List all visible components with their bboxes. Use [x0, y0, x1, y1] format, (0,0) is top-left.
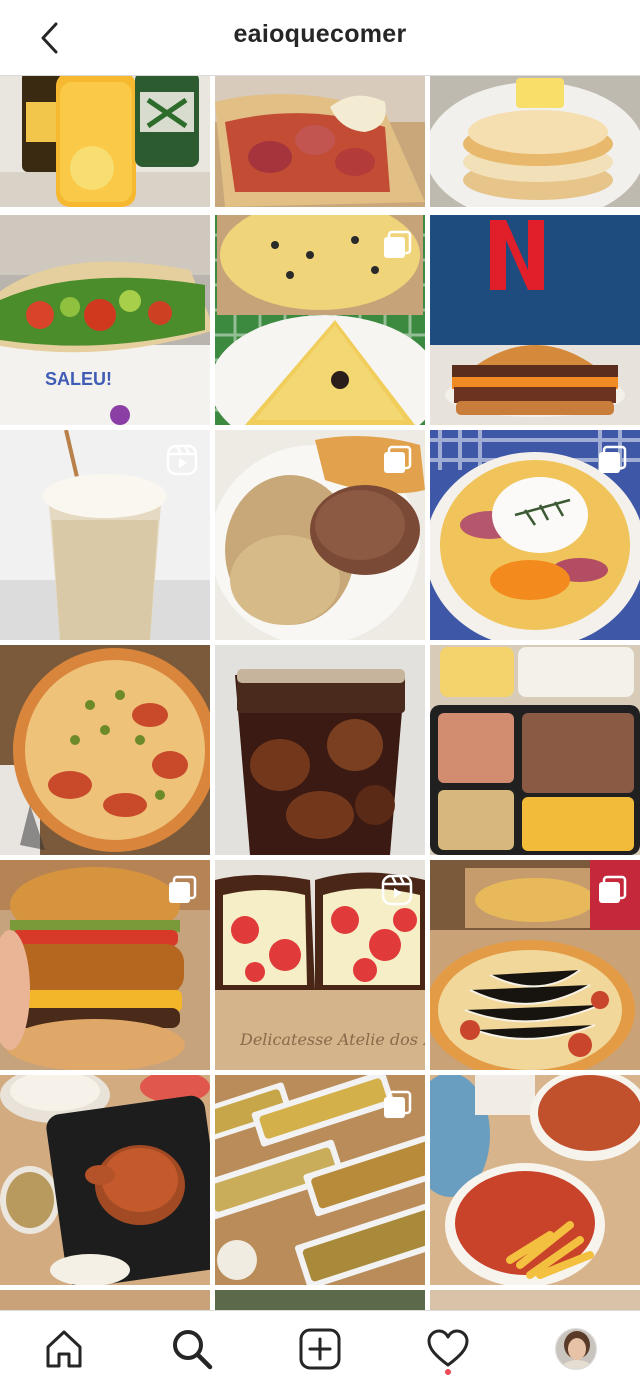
tab-activity[interactable]: [418, 1319, 478, 1379]
post-tile-21[interactable]: [430, 1290, 640, 1310]
heart-icon: [427, 1329, 469, 1366]
post-tile-3[interactable]: [430, 76, 640, 207]
post-tile-12[interactable]: [430, 645, 640, 855]
post-tile-13[interactable]: [0, 860, 210, 1070]
post-tile-2[interactable]: [215, 76, 425, 207]
carousel-icon: [384, 445, 412, 473]
carousel-icon: [384, 1090, 412, 1118]
post-tile-6[interactable]: [430, 215, 640, 425]
carousel-icon: [169, 875, 197, 903]
post-tile-10[interactable]: [0, 645, 210, 855]
notification-dot: [445, 1368, 451, 1375]
post-tile-4[interactable]: SALEU!: [0, 215, 210, 425]
post-tile-8[interactable]: [215, 430, 425, 640]
post-tile-1[interactable]: [0, 76, 210, 207]
post-image: [215, 76, 425, 207]
carousel-icon: [384, 230, 412, 258]
top-header: eaioquecomer: [0, 0, 640, 76]
post-tile-14[interactable]: Delicatesse Atelie dos Doces: [215, 860, 425, 1070]
wrap-brand-text: SALEU!: [45, 369, 112, 389]
post-tile-11[interactable]: [215, 645, 425, 855]
posts-grid: SALEU! Delicatesse Atelie dos: [0, 76, 640, 1310]
reels-icon: [381, 874, 413, 906]
bottom-tab-bar: [0, 1310, 640, 1386]
bakery-caption-text: Delicatesse Atelie dos Doces: [239, 1030, 425, 1049]
search-icon: [173, 1329, 213, 1369]
post-tile-15[interactable]: [430, 860, 640, 1070]
post-image: [0, 645, 210, 855]
post-image: [0, 1290, 210, 1310]
home-icon: [46, 1330, 82, 1367]
post-image: [430, 215, 640, 425]
post-tile-18[interactable]: [430, 1075, 640, 1285]
post-tile-20[interactable]: [215, 1290, 425, 1310]
post-image: [215, 1290, 425, 1310]
profile-username-title: eaioquecomer: [233, 20, 407, 48]
post-tile-16[interactable]: [0, 1075, 210, 1285]
post-image: [0, 76, 210, 207]
post-tile-9[interactable]: [430, 430, 640, 640]
post-tile-7[interactable]: [0, 430, 210, 640]
avatar: [555, 1327, 597, 1370]
tab-profile[interactable]: [546, 1319, 606, 1379]
post-image: SALEU!: [0, 215, 210, 425]
carousel-icon: [599, 445, 627, 473]
tab-home[interactable]: [34, 1319, 94, 1379]
add-post-icon: [299, 1328, 341, 1369]
post-tile-5[interactable]: [215, 215, 425, 425]
tab-create[interactable]: [290, 1319, 350, 1379]
reels-icon: [166, 444, 198, 476]
post-tile-19[interactable]: [0, 1290, 210, 1310]
carousel-icon: [599, 875, 627, 903]
post-image: [430, 645, 640, 855]
tab-search[interactable]: [162, 1319, 222, 1379]
post-image: [430, 1075, 640, 1285]
post-image: [0, 1075, 210, 1285]
post-tile-17[interactable]: [215, 1075, 425, 1285]
post-image: [215, 645, 425, 855]
post-image: [430, 76, 640, 207]
post-image: [430, 1290, 640, 1310]
